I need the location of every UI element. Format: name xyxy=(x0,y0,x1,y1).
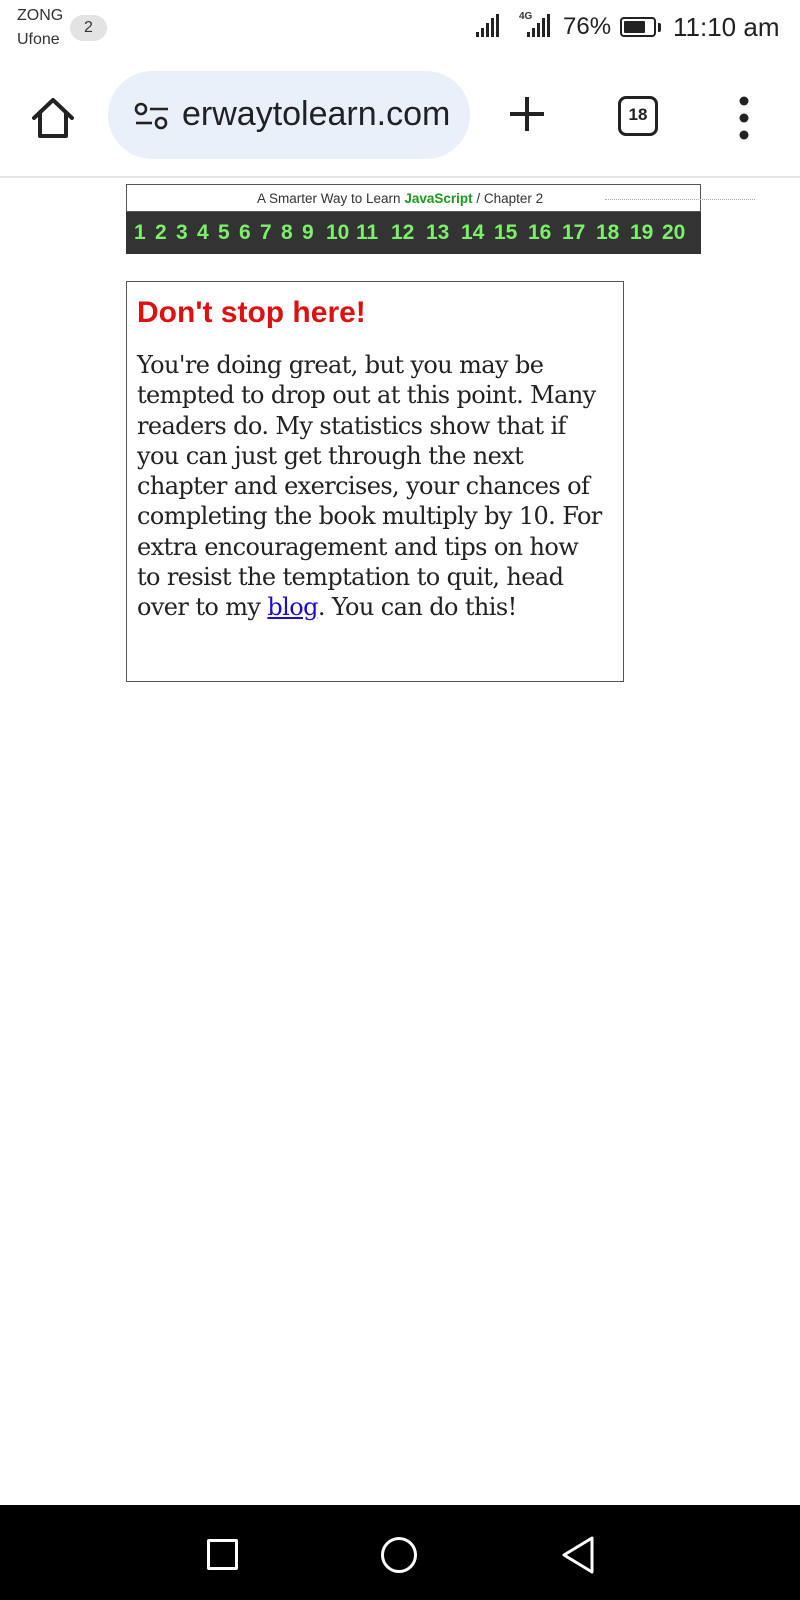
tune-icon[interactable] xyxy=(134,102,170,130)
carrier-name-2: Ufone xyxy=(17,31,60,48)
battery-fill xyxy=(624,21,646,33)
callout-text-after: . You can do this! xyxy=(317,593,517,622)
chapter-link-17[interactable]: 17 xyxy=(562,221,585,245)
battery-icon xyxy=(620,17,656,37)
chapter-link-8[interactable]: 8 xyxy=(281,221,293,245)
back-icon[interactable] xyxy=(560,1535,596,1575)
chapter-links-bar: 1 2 3 4 5 6 7 8 9 10 11 12 13 14 15 16 17 18 19 20 xyxy=(126,212,701,254)
title-suffix: / Chapter 2 xyxy=(472,191,544,206)
title-prefix: A Smarter Way to Learn xyxy=(257,191,405,206)
callout-text-before: You're doing great, but you may be tempt… xyxy=(137,351,602,622)
chapter-link-12[interactable]: 12 xyxy=(391,221,414,245)
home-icon[interactable] xyxy=(30,96,76,140)
encouragement-callout: Don't stop here! You're doing great, but… xyxy=(126,281,624,682)
chapter-link-16[interactable]: 16 xyxy=(528,221,551,245)
callout-heading: Don't stop here! xyxy=(137,296,366,329)
chapter-link-11[interactable]: 11 xyxy=(356,221,378,245)
recent-apps-icon[interactable] xyxy=(207,1539,238,1570)
chapter-link-1[interactable]: 1 xyxy=(134,221,146,245)
plus-icon[interactable] xyxy=(507,94,547,134)
callout-body: You're doing great, but you may be tempt… xyxy=(137,350,607,623)
chapter-link-18[interactable]: 18 xyxy=(596,221,619,245)
url-text[interactable]: erwaytolearn.com xyxy=(182,95,450,134)
tab-switcher-button[interactable]: 18 xyxy=(618,96,658,136)
chapter-link-4[interactable]: 4 xyxy=(197,221,209,245)
chapter-link-13[interactable]: 13 xyxy=(426,221,449,245)
status-bar: ZONG Ufone 2 4G 76% 11:10 am xyxy=(0,0,800,56)
home-circle-icon[interactable] xyxy=(381,1537,417,1573)
system-nav-bar xyxy=(0,1505,800,1600)
more-vert-icon[interactable] xyxy=(734,96,754,140)
chapter-link-10[interactable]: 10 xyxy=(326,221,349,245)
chapter-link-19[interactable]: 19 xyxy=(630,221,653,245)
browser-toolbar: erwaytolearn.com 18 xyxy=(0,56,800,178)
battery-tip xyxy=(658,23,661,32)
chapter-link-3[interactable]: 3 xyxy=(176,221,188,245)
chapter-link-20[interactable]: 20 xyxy=(662,221,685,245)
signal-1-icon xyxy=(476,14,499,37)
address-bar[interactable]: erwaytolearn.com xyxy=(108,71,470,159)
chapter-link-14[interactable]: 14 xyxy=(461,221,484,245)
notification-count-badge: 2 xyxy=(70,15,107,41)
chapter-title: A Smarter Way to Learn JavaScript / Chap… xyxy=(257,191,543,206)
clock: 11:10 am xyxy=(673,12,780,42)
chapter-link-2[interactable]: 2 xyxy=(155,221,167,245)
dotted-divider xyxy=(605,199,755,200)
chapter-header: A Smarter Way to Learn JavaScript / Chap… xyxy=(126,184,755,212)
chapter-navigation: A Smarter Way to Learn JavaScript / Chap… xyxy=(126,184,755,254)
signal-2-icon xyxy=(527,14,550,37)
chapter-link-15[interactable]: 15 xyxy=(494,221,517,245)
chapter-link-6[interactable]: 6 xyxy=(239,221,251,245)
battery-percent: 76% xyxy=(563,13,612,40)
blog-link[interactable]: blog xyxy=(267,593,318,621)
chapter-link-9[interactable]: 9 xyxy=(302,221,314,245)
carrier-name-1: ZONG xyxy=(17,7,64,24)
chapter-link-5[interactable]: 5 xyxy=(218,221,230,245)
title-highlight: JavaScript xyxy=(404,191,473,206)
chapter-link-7[interactable]: 7 xyxy=(260,221,272,245)
